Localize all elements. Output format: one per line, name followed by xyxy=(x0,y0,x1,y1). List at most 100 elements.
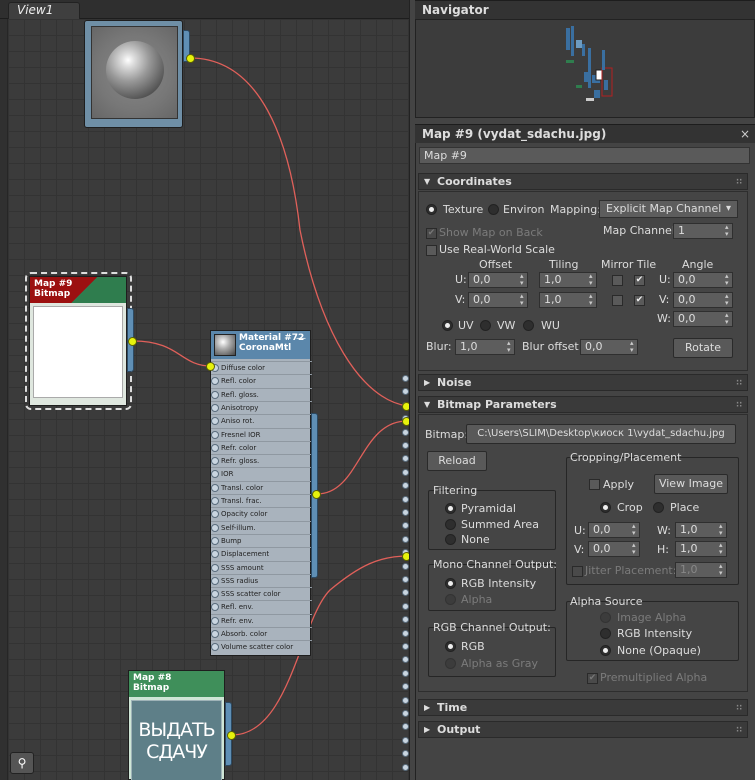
port-socket[interactable] xyxy=(402,736,409,744)
slot-socket[interactable] xyxy=(211,576,219,585)
tab-view1[interactable]: View1 xyxy=(8,2,80,19)
material-slot[interactable]: Refl. env. xyxy=(211,600,312,613)
port-socket[interactable] xyxy=(402,643,409,650)
material-slot[interactable]: Refr. color xyxy=(211,440,312,454)
show-map-on-back-checkbox[interactable]: ✔ xyxy=(426,228,437,239)
port-socket[interactable] xyxy=(402,482,409,490)
material-slot[interactable]: Bump xyxy=(211,533,312,547)
premultiplied-checkbox[interactable]: ✔ xyxy=(587,673,598,684)
v-tiling-spinner[interactable]: 1,0 xyxy=(539,292,597,308)
slot-socket[interactable] xyxy=(211,603,219,612)
sphere-output-socket[interactable] xyxy=(186,54,195,63)
blur-spinner[interactable]: 1,0 xyxy=(455,339,515,355)
slot-socket[interactable] xyxy=(211,536,219,545)
crop-radio[interactable] xyxy=(600,502,611,513)
slot-socket[interactable] xyxy=(211,483,219,492)
u-offset-spinner[interactable]: 0,0 xyxy=(468,272,528,288)
material-slot[interactable]: SSS scatter color xyxy=(211,587,312,600)
material-slot[interactable]: Fresnel IOR xyxy=(211,427,312,441)
map-channel-spinner[interactable]: 1 xyxy=(673,223,733,239)
port-socket[interactable] xyxy=(402,428,409,436)
people-icon[interactable]: ⚲ xyxy=(10,752,34,774)
port-socket-3[interactable] xyxy=(402,552,409,561)
minimize-icon[interactable]: — xyxy=(296,333,306,344)
slot-socket[interactable] xyxy=(211,497,219,505)
navigator-panel[interactable] xyxy=(415,19,755,118)
port-socket[interactable] xyxy=(402,468,409,476)
port-socket[interactable] xyxy=(402,388,409,396)
image-alpha-radio[interactable] xyxy=(600,612,611,623)
port-socket[interactable] xyxy=(402,696,409,704)
material-slot[interactable]: Transl. frac. xyxy=(211,494,312,507)
port-socket[interactable] xyxy=(402,455,409,463)
crop-h-spinner[interactable]: 1,0 xyxy=(675,541,727,557)
rotate-button[interactable]: Rotate xyxy=(673,338,733,358)
slot-socket[interactable] xyxy=(211,550,219,559)
material-output-socket[interactable] xyxy=(312,490,321,499)
slot-socket[interactable] xyxy=(211,390,219,399)
slot-socket[interactable] xyxy=(211,403,219,412)
mapping-dropdown[interactable]: Explicit Map Channel xyxy=(599,200,738,218)
v-offset-spinner[interactable]: 0,0 xyxy=(468,292,528,308)
slot-socket[interactable] xyxy=(211,643,219,652)
material-slot[interactable]: Anisotropy xyxy=(211,400,312,414)
material-slot[interactable]: Displacement xyxy=(211,547,312,560)
material-slot[interactable]: IOR xyxy=(211,467,312,480)
material-slot[interactable]: Transl. color xyxy=(211,480,312,494)
port-socket[interactable] xyxy=(402,629,409,637)
slot-socket[interactable] xyxy=(211,590,219,599)
none-radio[interactable] xyxy=(445,534,456,545)
crop-w-spinner[interactable]: 1,0 xyxy=(675,522,727,538)
port-socket[interactable] xyxy=(402,535,409,543)
alpha-radio[interactable] xyxy=(445,594,456,605)
port-socket[interactable] xyxy=(402,576,409,583)
u-tile-checkbox[interactable]: ✔ xyxy=(634,275,645,286)
close-icon[interactable]: × xyxy=(740,127,750,141)
map9-node[interactable]: Map #9 Bitmap xyxy=(29,276,127,406)
map8-node[interactable]: Map #8 Bitmap ВЫДАТЬ СДАЧУ xyxy=(128,670,225,780)
bitmap-path-button[interactable]: C:\Users\SLIM\Desktop\киоск 1\vydat_sdac… xyxy=(466,424,736,444)
rgb-intensity-radio[interactable] xyxy=(445,578,456,589)
material-slot[interactable]: SSS radius xyxy=(211,573,312,587)
slot-socket[interactable] xyxy=(211,417,219,426)
slot-socket[interactable] xyxy=(211,377,219,386)
u-tiling-spinner[interactable]: 1,0 xyxy=(539,272,597,288)
port-socket[interactable] xyxy=(402,723,409,731)
rollout-output[interactable]: ▶ Output ∷ xyxy=(418,721,748,738)
port-socket[interactable] xyxy=(402,495,409,503)
rgb-radio[interactable] xyxy=(445,641,456,652)
port-socket[interactable] xyxy=(402,522,409,530)
material-slot[interactable]: Absorb. color xyxy=(211,627,312,640)
crop-v-spinner[interactable]: 0,0 xyxy=(588,541,640,557)
port-socket-2[interactable] xyxy=(402,417,409,426)
slot-socket[interactable] xyxy=(211,523,219,532)
reload-button[interactable]: Reload xyxy=(427,451,487,471)
port-socket[interactable] xyxy=(402,442,409,449)
slot-socket[interactable] xyxy=(211,430,219,439)
alpha-as-gray-radio[interactable] xyxy=(445,658,456,669)
material72-node[interactable]: Material #72 CoronaMtl — Diffuse color Re… xyxy=(210,330,312,656)
port-socket[interactable] xyxy=(402,710,409,717)
use-real-world-checkbox[interactable] xyxy=(426,245,437,256)
port-socket[interactable] xyxy=(402,616,409,624)
u-angle-spinner[interactable]: 0,0 xyxy=(673,272,733,288)
vw-radio[interactable] xyxy=(480,320,491,331)
material-slot[interactable]: Aniso rot. xyxy=(211,414,312,427)
slot-socket[interactable] xyxy=(211,443,219,452)
blur-offset-spinner[interactable]: 0,0 xyxy=(580,339,638,355)
wu-radio[interactable] xyxy=(523,320,534,331)
slot-socket[interactable] xyxy=(211,457,219,466)
port-socket[interactable] xyxy=(402,683,409,691)
material-slot[interactable]: Refr. gloss. xyxy=(211,454,312,467)
slot-socket[interactable] xyxy=(211,563,219,572)
material-slot[interactable]: Refl. gloss. xyxy=(211,387,312,401)
jitter-checkbox[interactable] xyxy=(572,566,583,577)
map-name-field[interactable]: Map #9 xyxy=(419,147,750,164)
material-slot[interactable]: SSS amount xyxy=(211,560,312,574)
slot-socket[interactable] xyxy=(211,470,219,479)
slot-socket[interactable] xyxy=(211,510,219,519)
rollout-noise[interactable]: ▶ Noise ∷ xyxy=(418,374,748,391)
material-slot[interactable]: Opacity color xyxy=(211,507,312,520)
apply-checkbox[interactable] xyxy=(589,479,600,490)
view-image-button[interactable]: View Image xyxy=(654,474,728,494)
